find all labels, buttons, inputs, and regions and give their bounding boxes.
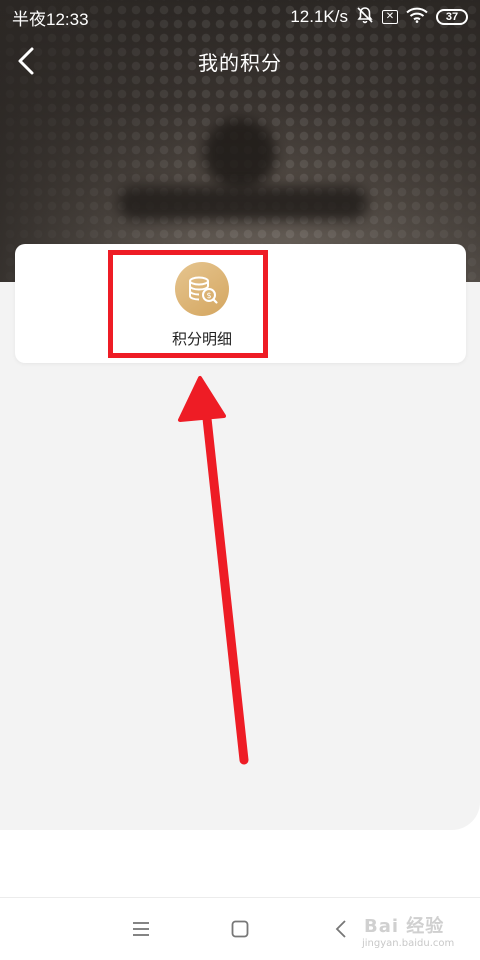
coin-stack-search-icon: $ (175, 262, 229, 316)
points-detail-entry[interactable]: $ 积分明细 (127, 258, 277, 354)
battery-icon: 37 (436, 9, 468, 25)
watermark-url: jingyan.baidu.com (362, 938, 455, 949)
network-speed: 12.1K/s (290, 7, 348, 26)
chevron-left-icon (18, 47, 34, 75)
system-back-button[interactable] (326, 916, 356, 942)
home-icon (231, 920, 249, 938)
wifi-icon (406, 7, 428, 28)
content-panel (0, 282, 480, 830)
blurred-points-value (118, 186, 368, 220)
nav-bar: 我的积分 (0, 34, 480, 88)
home-button[interactable] (225, 916, 255, 942)
points-card: $ 积分明细 (15, 244, 466, 363)
menu-button[interactable] (126, 916, 156, 942)
back-button[interactable] (8, 42, 44, 80)
back-icon (335, 920, 346, 938)
svg-text:$: $ (206, 291, 211, 300)
watermark-brand: Bai 经验 (364, 916, 445, 937)
points-detail-label: 积分明细 (171, 331, 232, 348)
status-time: 半夜12:33 (12, 9, 89, 29)
blurred-avatar (204, 118, 276, 190)
menu-icon (133, 922, 149, 936)
page-title: 我的积分 (198, 52, 282, 75)
sim-off-icon: ✕ (382, 10, 398, 24)
mute-bell-icon (356, 6, 374, 29)
status-bar: 半夜12:33 12.1K/s ✕ 37 (0, 0, 480, 34)
screen: 半夜12:33 12.1K/s ✕ 37 我的积分 $ 积分明细 Bai 经验 … (0, 0, 480, 960)
